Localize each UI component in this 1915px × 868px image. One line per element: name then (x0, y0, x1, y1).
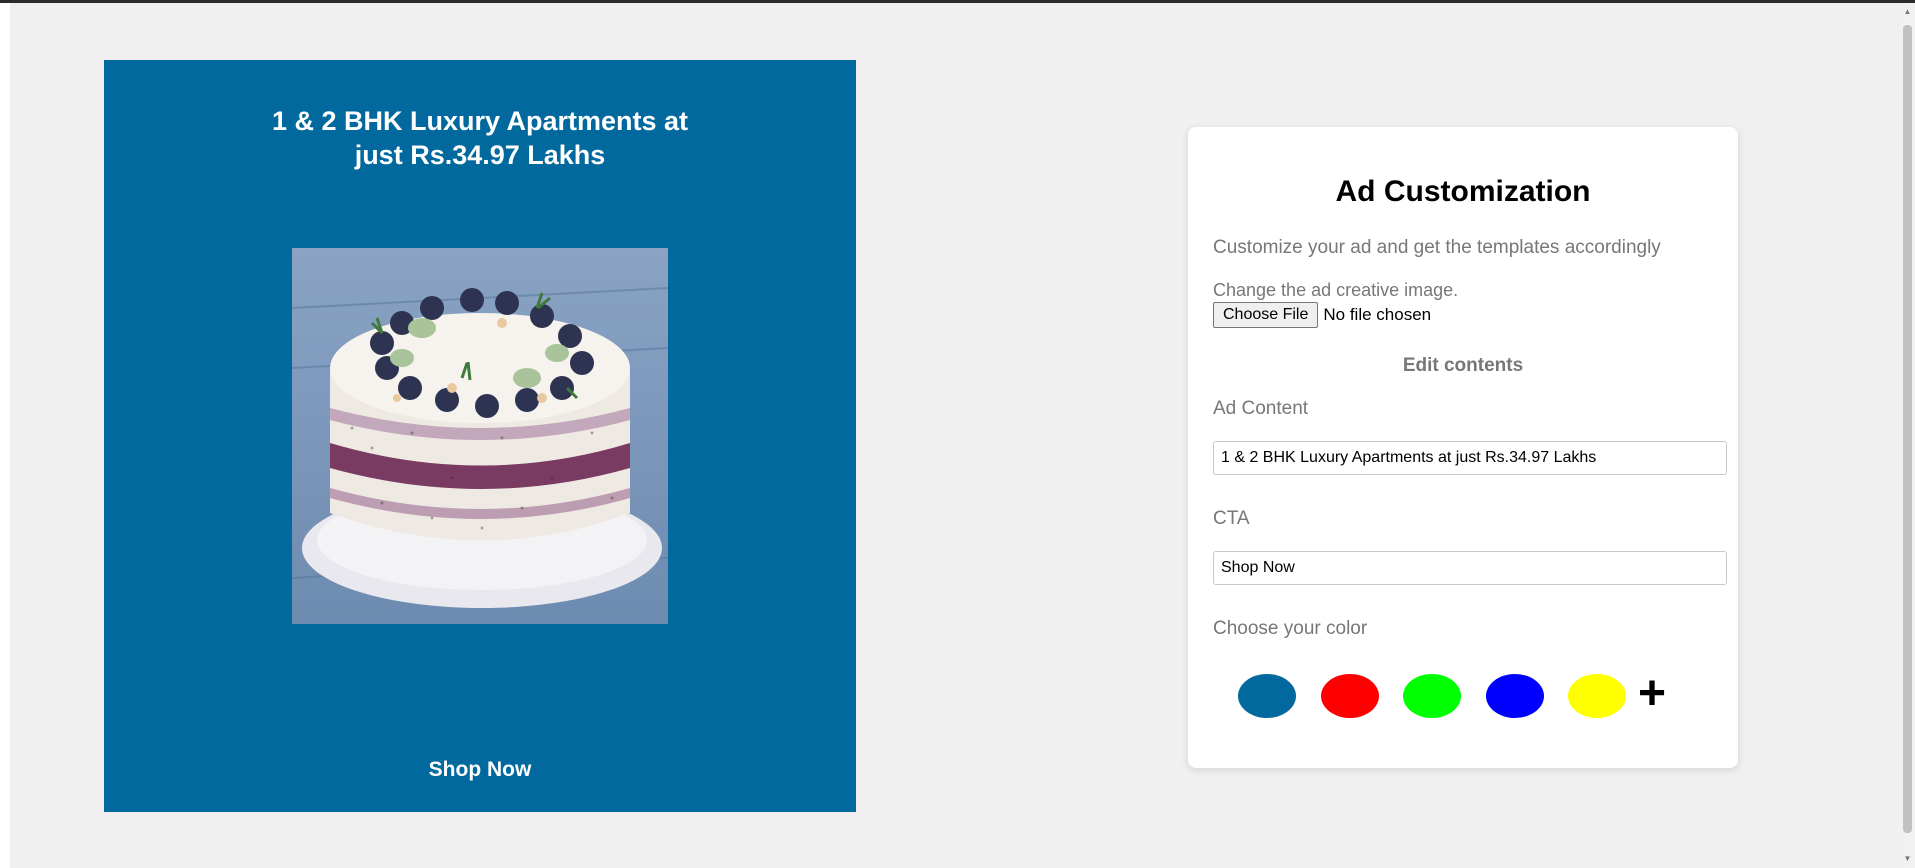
color-swatch-blue-teal[interactable] (1238, 674, 1296, 718)
vertical-scrollbar[interactable]: ▲ ▼ (1900, 3, 1915, 868)
ad-headline: 1 & 2 BHK Luxury Apartments at just Rs.3… (104, 104, 856, 172)
ad-content-input[interactable] (1213, 441, 1727, 475)
ad-creative-image (292, 248, 668, 624)
ad-cta-button[interactable]: Shop Now (104, 758, 856, 782)
color-swatch-blue[interactable] (1486, 674, 1544, 718)
color-swatch-yellow[interactable] (1568, 674, 1626, 718)
page-left-edge (0, 3, 10, 868)
panel-title: Ad Customization (1335, 175, 1591, 208)
ad-content-label: Ad Content (1213, 398, 1309, 419)
ad-headline-line-2: just Rs.34.97 Lakhs (354, 140, 606, 170)
ad-headline-line-1: 1 & 2 BHK Luxury Apartments at (271, 106, 689, 136)
scroll-thumb[interactable] (1903, 25, 1912, 833)
file-input[interactable]: Choose File No file chosen (1213, 302, 1431, 328)
customization-panel: Ad Customization Customize your ad and g… (1188, 127, 1738, 768)
file-status-text: No file chosen (1323, 305, 1432, 324)
panel-description: Customize your ad and get the templates … (1213, 237, 1661, 258)
cta-label: CTA (1213, 508, 1250, 529)
edit-contents-heading: Edit contents (1402, 355, 1524, 376)
scroll-up-arrow-icon[interactable]: ▲ (1900, 5, 1915, 19)
ad-preview: 1 & 2 BHK Luxury Apartments at just Rs.3… (104, 60, 856, 812)
color-swatch-red[interactable] (1321, 674, 1379, 718)
color-label: Choose your color (1213, 618, 1368, 639)
plus-icon[interactable]: + (1638, 666, 1666, 722)
color-swatch-green[interactable] (1403, 674, 1461, 718)
scroll-down-arrow-icon[interactable]: ▼ (1900, 852, 1915, 866)
image-change-label: Change the ad creative image. (1213, 280, 1459, 300)
cta-input[interactable] (1213, 551, 1727, 585)
window-top-border (0, 0, 1915, 3)
choose-file-button[interactable]: Choose File (1213, 302, 1319, 328)
cake-image (292, 248, 668, 624)
